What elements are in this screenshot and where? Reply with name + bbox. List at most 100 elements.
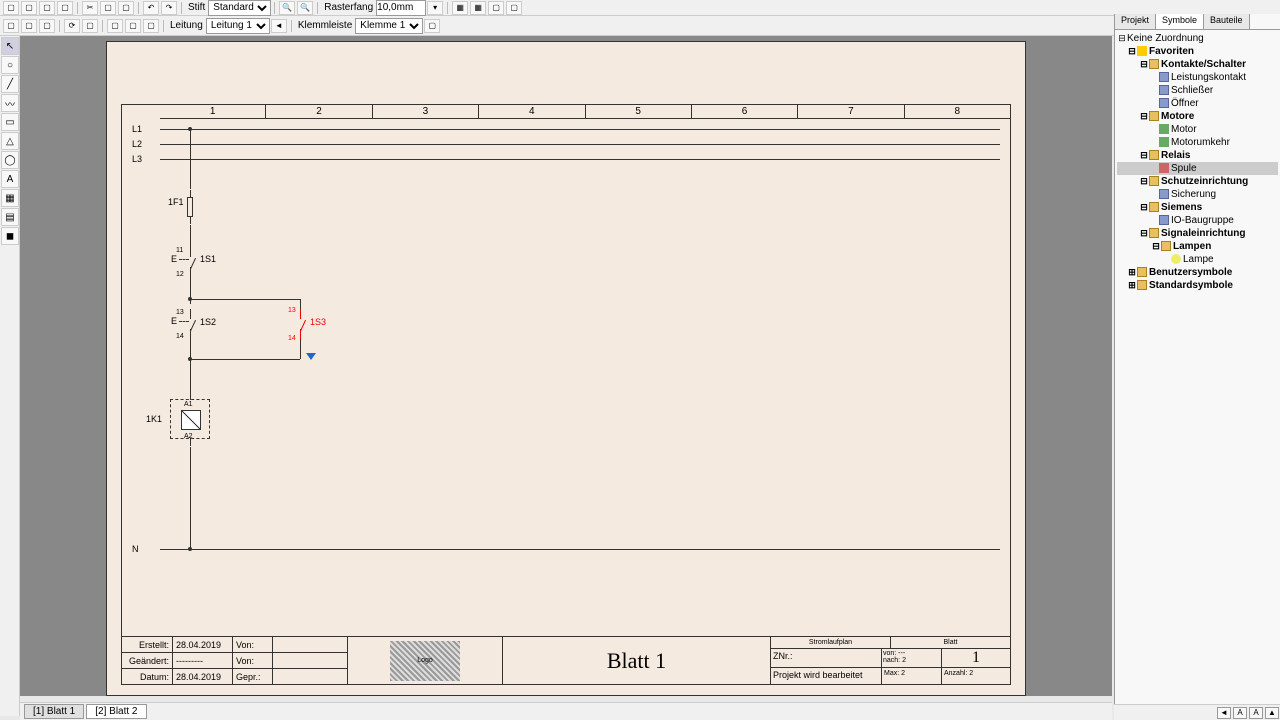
status-btn-1[interactable]: ◄ (1217, 707, 1231, 719)
tree-sicherung[interactable]: Sicherung (1117, 188, 1278, 201)
col-header: 1 (160, 105, 265, 118)
raster-dropdown-icon[interactable]: ▾ (427, 1, 443, 15)
schematic-area[interactable]: L1 L2 L3 N 1F1 1S1 11 (160, 119, 1010, 636)
redo-icon[interactable]: ↷ (161, 1, 177, 15)
grid-icon[interactable]: ▦ (452, 1, 468, 15)
wire[interactable] (300, 299, 301, 309)
wire[interactable] (300, 339, 301, 359)
tree-lampe[interactable]: Lampe (1117, 253, 1278, 266)
undo-icon[interactable]: ↶ (143, 1, 159, 15)
refresh-icon[interactable]: ⟳ (64, 19, 80, 33)
tb2-btn2[interactable]: ▢ (21, 19, 37, 33)
tree-oeffner[interactable]: Öffner (1117, 97, 1278, 110)
wire[interactable] (190, 359, 300, 360)
grid-tool-icon[interactable]: ▦ (1, 189, 19, 207)
print-icon[interactable]: ▢ (57, 1, 73, 15)
zoom-out-icon[interactable]: 🔍 (297, 1, 313, 15)
wire[interactable] (190, 129, 191, 189)
open-icon[interactable]: ▢ (21, 1, 37, 15)
toolbar-secondary: ▢ ▢ ▢ ⟳ ▢ ▢ ▢ ▢ Leitung Leitung 1 ◄ Klem… (0, 16, 1280, 36)
drawing-page: 1 2 3 4 5 6 7 8 L1 L2 L3 N (106, 41, 1026, 696)
tree-root[interactable]: ⊟Keine Zuordnung (1117, 32, 1278, 45)
tb2-btn3[interactable]: ▢ (39, 19, 55, 33)
znr-label: ZNr.: (771, 649, 881, 667)
tree-spule[interactable]: Spule (1117, 162, 1278, 175)
copy-icon[interactable]: ▢ (100, 1, 116, 15)
tb2-btn5[interactable]: ▢ (82, 19, 98, 33)
tree-schliesser[interactable]: Schließer (1117, 84, 1278, 97)
klemm-select[interactable]: Klemme 1 (355, 18, 423, 34)
wire[interactable] (190, 339, 191, 359)
layer-icon[interactable]: ▢ (506, 1, 522, 15)
leitung-select[interactable]: Leitung 1 (206, 18, 270, 34)
snap-icon[interactable]: ▦ (470, 1, 486, 15)
status-btn-4[interactable]: ▲ (1265, 707, 1279, 719)
sheet-tabs: [1] Blatt 1 [2] Blatt 2 (20, 702, 1112, 720)
tree-motor[interactable]: Motor (1117, 123, 1278, 136)
status-bar-right: ◄ A A ▲ (1114, 704, 1280, 720)
tree-relais[interactable]: ⊟Relais (1117, 149, 1278, 162)
canvas-area[interactable]: 1 2 3 4 5 6 7 8 L1 L2 L3 N (20, 36, 1112, 696)
tab-symbole[interactable]: Symbole (1156, 14, 1204, 29)
zoom-in-icon[interactable]: 🔍 (279, 1, 295, 15)
text-tool-icon[interactable]: A (1, 170, 19, 188)
tree-siemens[interactable]: ⊟Siemens (1117, 201, 1278, 214)
tree-leistung[interactable]: Leistungskontakt (1117, 71, 1278, 84)
cut-icon[interactable]: ✂ (82, 1, 98, 15)
save-icon[interactable]: ▢ (39, 1, 55, 15)
rail-l1-label: L1 (132, 124, 142, 134)
switch-symbol[interactable] (187, 309, 201, 339)
rect-tool-icon[interactable]: ▭ (1, 113, 19, 131)
rail-l2[interactable] (160, 144, 1000, 145)
tab-projekt[interactable]: Projekt (1115, 14, 1156, 29)
stift-select[interactable]: Standard (208, 0, 271, 16)
tree-favoriten[interactable]: ⊟Favoriten (1117, 45, 1278, 58)
rail-l3[interactable] (160, 159, 1000, 160)
tab-bauteile[interactable]: Bauteile (1204, 14, 1250, 29)
fuse-symbol[interactable] (187, 197, 193, 217)
folder-icon (1161, 241, 1171, 251)
tree-motorumk[interactable]: Motorumkehr (1117, 136, 1278, 149)
wire[interactable] (190, 277, 191, 299)
switch-symbol-selected[interactable] (297, 309, 311, 339)
wire[interactable] (190, 447, 191, 549)
tree-benutzer[interactable]: ⊞Benutzersymbole (1117, 266, 1278, 279)
triangle-tool-icon[interactable]: △ (1, 132, 19, 150)
tb2-btn7[interactable]: ▢ (125, 19, 141, 33)
tb2-btn6[interactable]: ▢ (107, 19, 123, 33)
raster-input[interactable] (376, 0, 426, 16)
tb2-btn1[interactable]: ▢ (3, 19, 19, 33)
symbol-tree[interactable]: ⊟Keine Zuordnung ⊟Favoriten ⊟Kontakte/Sc… (1115, 30, 1280, 294)
wire[interactable] (190, 299, 300, 300)
line-tool-icon[interactable]: ╱ (1, 75, 19, 93)
rail-l1[interactable] (160, 129, 1000, 130)
stift-label: Stift (188, 2, 205, 13)
sheet-tab-2[interactable]: [2] Blatt 2 (86, 704, 146, 719)
component-tool-icon[interactable]: ◼ (1, 227, 19, 245)
tree-baugruppe[interactable]: IO-Baugruppe (1117, 214, 1278, 227)
tree-signal[interactable]: ⊟Signaleinrichtung (1117, 227, 1278, 240)
tree-schutz[interactable]: ⊟Schutzeinrichtung (1117, 175, 1278, 188)
status-btn-2[interactable]: A (1233, 707, 1247, 719)
pointer-tool-icon[interactable]: ↖ (1, 37, 19, 55)
tree-kontakte[interactable]: ⊟Kontakte/Schalter (1117, 58, 1278, 71)
tb2-btn8[interactable]: ▢ (143, 19, 159, 33)
status-btn-3[interactable]: A (1249, 707, 1263, 719)
klemm-apply-icon[interactable]: ▢ (424, 19, 440, 33)
folder-icon (1149, 150, 1159, 160)
sheet-tab-1[interactable]: [1] Blatt 1 (24, 704, 84, 719)
tree-standard[interactable]: ⊞Standardsymbole (1117, 279, 1278, 292)
switch-symbol[interactable] (187, 247, 201, 277)
ellipse-tool-icon[interactable]: ◯ (1, 151, 19, 169)
tree-motore[interactable]: ⊟Motore (1117, 110, 1278, 123)
tree-lampen[interactable]: ⊟Lampen (1117, 240, 1278, 253)
new-icon[interactable]: ▢ (3, 1, 19, 15)
table-tool-icon[interactable]: ▤ (1, 208, 19, 226)
rail-n[interactable] (160, 549, 1000, 550)
ortho-icon[interactable]: ▢ (488, 1, 504, 15)
circle-tool-icon[interactable]: ○ (1, 56, 19, 74)
klemm-label: Klemmleiste (298, 20, 352, 31)
leitung-apply-icon[interactable]: ◄ (271, 19, 287, 33)
paste-icon[interactable]: ▢ (118, 1, 134, 15)
polyline-tool-icon[interactable]: 〰 (1, 94, 19, 112)
